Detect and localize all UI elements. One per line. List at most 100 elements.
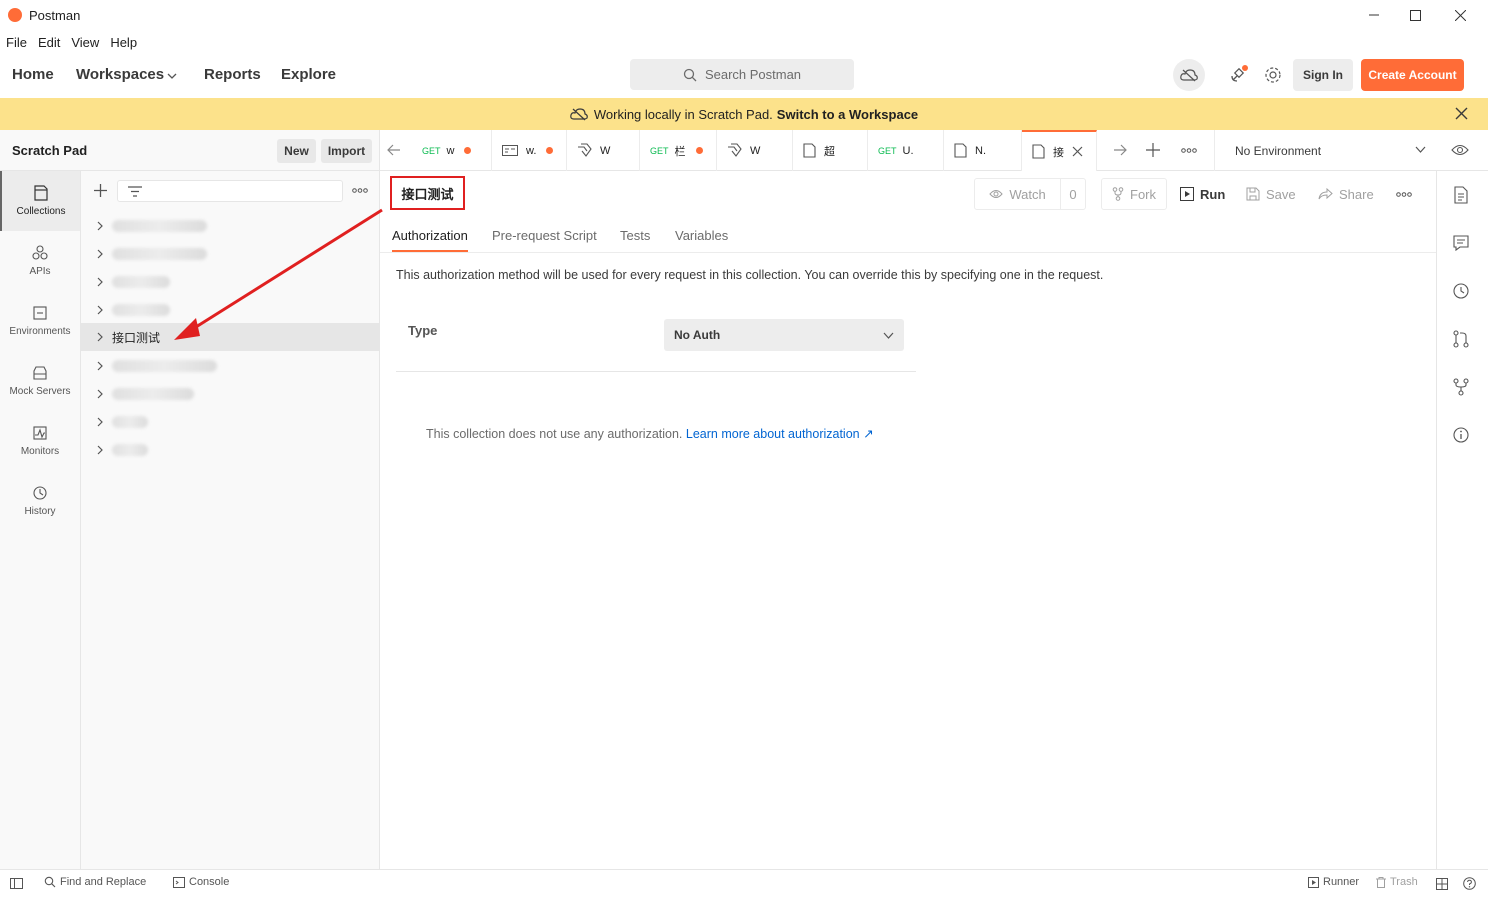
learn-more-link[interactable]: Learn more about authorization ↗	[686, 427, 874, 441]
watch-button[interactable]: Watch	[975, 179, 1061, 209]
environment-select[interactable]: No Environment	[1214, 130, 1436, 171]
collection-icon	[803, 143, 816, 158]
nav-reports[interactable]: Reports	[204, 66, 261, 83]
collection-item-selected[interactable]: 接口测试	[81, 323, 380, 351]
chevron-right-icon	[97, 361, 103, 371]
collection-item[interactable]	[81, 240, 380, 268]
find-replace-label: Find and Replace	[60, 876, 147, 888]
nav-home[interactable]: Home	[12, 66, 54, 83]
cloud-sync-icon[interactable]	[1173, 59, 1205, 91]
rail-item-apis[interactable]: APIs	[0, 231, 80, 291]
menu-file[interactable]: File	[6, 35, 27, 50]
collection-title[interactable]: 接口测试	[390, 176, 465, 210]
info-icon[interactable]	[1451, 425, 1471, 445]
more-options-icon[interactable]	[352, 188, 368, 193]
documentation-icon[interactable]	[1451, 185, 1471, 205]
right-context-rail	[1436, 171, 1484, 869]
collection-editor: 接口测试 Watch 0 Fork Run Save Share Authori…	[380, 171, 1436, 869]
import-button[interactable]: Import	[321, 139, 372, 163]
no-auth-message: This collection does not use any authori…	[426, 426, 874, 441]
search-input[interactable]: Search Postman	[630, 59, 854, 90]
request-tab[interactable]: GET w	[412, 130, 492, 171]
filter-input[interactable]	[117, 180, 343, 202]
nav-explore[interactable]: Explore	[281, 66, 336, 83]
rail-item-monitors[interactable]: Monitors	[0, 411, 80, 471]
share-button[interactable]: Share	[1318, 178, 1374, 210]
tab-name: 接	[1053, 146, 1064, 159]
plus-icon[interactable]	[1146, 143, 1160, 157]
gear-icon[interactable]	[1257, 59, 1289, 91]
filter-icon	[128, 186, 142, 197]
tab-variables[interactable]: Variables	[675, 228, 728, 243]
blurred-collection-name	[112, 248, 207, 260]
switch-workspace-link[interactable]: Switch to a Workspace	[777, 107, 918, 122]
auth-type-select[interactable]: No Auth	[664, 319, 904, 351]
help-icon[interactable]	[1463, 877, 1476, 890]
chevron-down-icon	[167, 73, 177, 79]
two-pane-icon[interactable]	[1436, 878, 1448, 890]
tab-pre-request-script[interactable]: Pre-request Script	[492, 228, 597, 243]
blurred-collection-name	[112, 444, 148, 456]
rail-item-environments[interactable]: Environments	[0, 291, 80, 351]
chevron-right-icon	[97, 332, 103, 342]
collection-item[interactable]	[81, 436, 380, 464]
request-tab[interactable]: GET U.	[868, 130, 944, 171]
request-tab[interactable]: 超	[793, 130, 868, 171]
create-account-button[interactable]: Create Account	[1361, 59, 1464, 91]
satellite-icon[interactable]	[1222, 59, 1254, 91]
request-tab[interactable]: W	[567, 130, 640, 171]
tab-authorization[interactable]: Authorization	[392, 228, 468, 243]
collection-item[interactable]	[81, 352, 380, 380]
environments-icon	[33, 306, 47, 320]
fork-button[interactable]: Fork	[1101, 178, 1167, 210]
chevron-right-icon	[97, 277, 103, 287]
find-replace-button[interactable]: Find and Replace	[44, 876, 146, 888]
request-tab[interactable]: GET 栏	[640, 130, 717, 171]
sign-in-button[interactable]: Sign In	[1293, 59, 1353, 91]
watch-label: Watch	[1009, 186, 1046, 202]
plus-icon[interactable]	[94, 184, 107, 197]
nav-workspaces[interactable]: Workspaces	[76, 66, 164, 83]
tab-tests[interactable]: Tests	[620, 228, 650, 243]
collection-item[interactable]	[81, 212, 380, 240]
close-icon[interactable]	[1455, 107, 1468, 120]
rail-item-history[interactable]: History	[0, 471, 80, 531]
run-button[interactable]: Run	[1180, 178, 1225, 210]
fork-icon[interactable]	[1451, 377, 1471, 397]
request-tab-active[interactable]: 接	[1022, 130, 1097, 171]
close-icon[interactable]	[1438, 0, 1482, 30]
maximize-icon[interactable]	[1393, 0, 1437, 30]
save-button[interactable]: Save	[1246, 178, 1296, 210]
more-options-icon[interactable]	[1396, 192, 1412, 197]
arrow-left-icon[interactable]	[387, 144, 401, 156]
search-placeholder: Search Postman	[704, 67, 802, 82]
collection-item[interactable]	[81, 296, 380, 324]
toggle-sidebar-icon[interactable]	[10, 878, 23, 889]
tab-name: W	[600, 144, 611, 157]
minimize-icon[interactable]	[1352, 0, 1396, 30]
blurred-collection-name	[112, 416, 148, 428]
request-tab[interactable]: w.	[492, 130, 567, 171]
comments-icon[interactable]	[1451, 233, 1471, 253]
menu-edit[interactable]: Edit	[38, 35, 60, 50]
runner-button[interactable]: Runner	[1308, 876, 1359, 888]
more-options-icon[interactable]	[1181, 148, 1197, 153]
menu-help[interactable]: Help	[110, 35, 137, 50]
collection-item[interactable]	[81, 408, 380, 436]
collection-item[interactable]	[81, 380, 380, 408]
new-button[interactable]: New	[277, 139, 316, 163]
console-button[interactable]: Console	[173, 876, 229, 888]
request-tab[interactable]: W	[717, 130, 793, 171]
menu-view[interactable]: View	[71, 35, 99, 50]
rail-item-collections[interactable]: Collections	[0, 171, 80, 231]
pull-request-icon[interactable]	[1451, 329, 1471, 349]
changelog-icon[interactable]	[1451, 281, 1471, 301]
request-tab[interactable]: N.	[944, 130, 1022, 171]
trash-button[interactable]: Trash	[1376, 876, 1418, 888]
arrow-right-icon[interactable]	[1113, 144, 1127, 156]
close-icon[interactable]	[1072, 146, 1083, 157]
eye-icon[interactable]	[1451, 144, 1469, 156]
rail-label: APIs	[29, 266, 51, 277]
rail-item-mock-servers[interactable]: Mock Servers	[0, 351, 80, 411]
collection-item[interactable]	[81, 268, 380, 296]
